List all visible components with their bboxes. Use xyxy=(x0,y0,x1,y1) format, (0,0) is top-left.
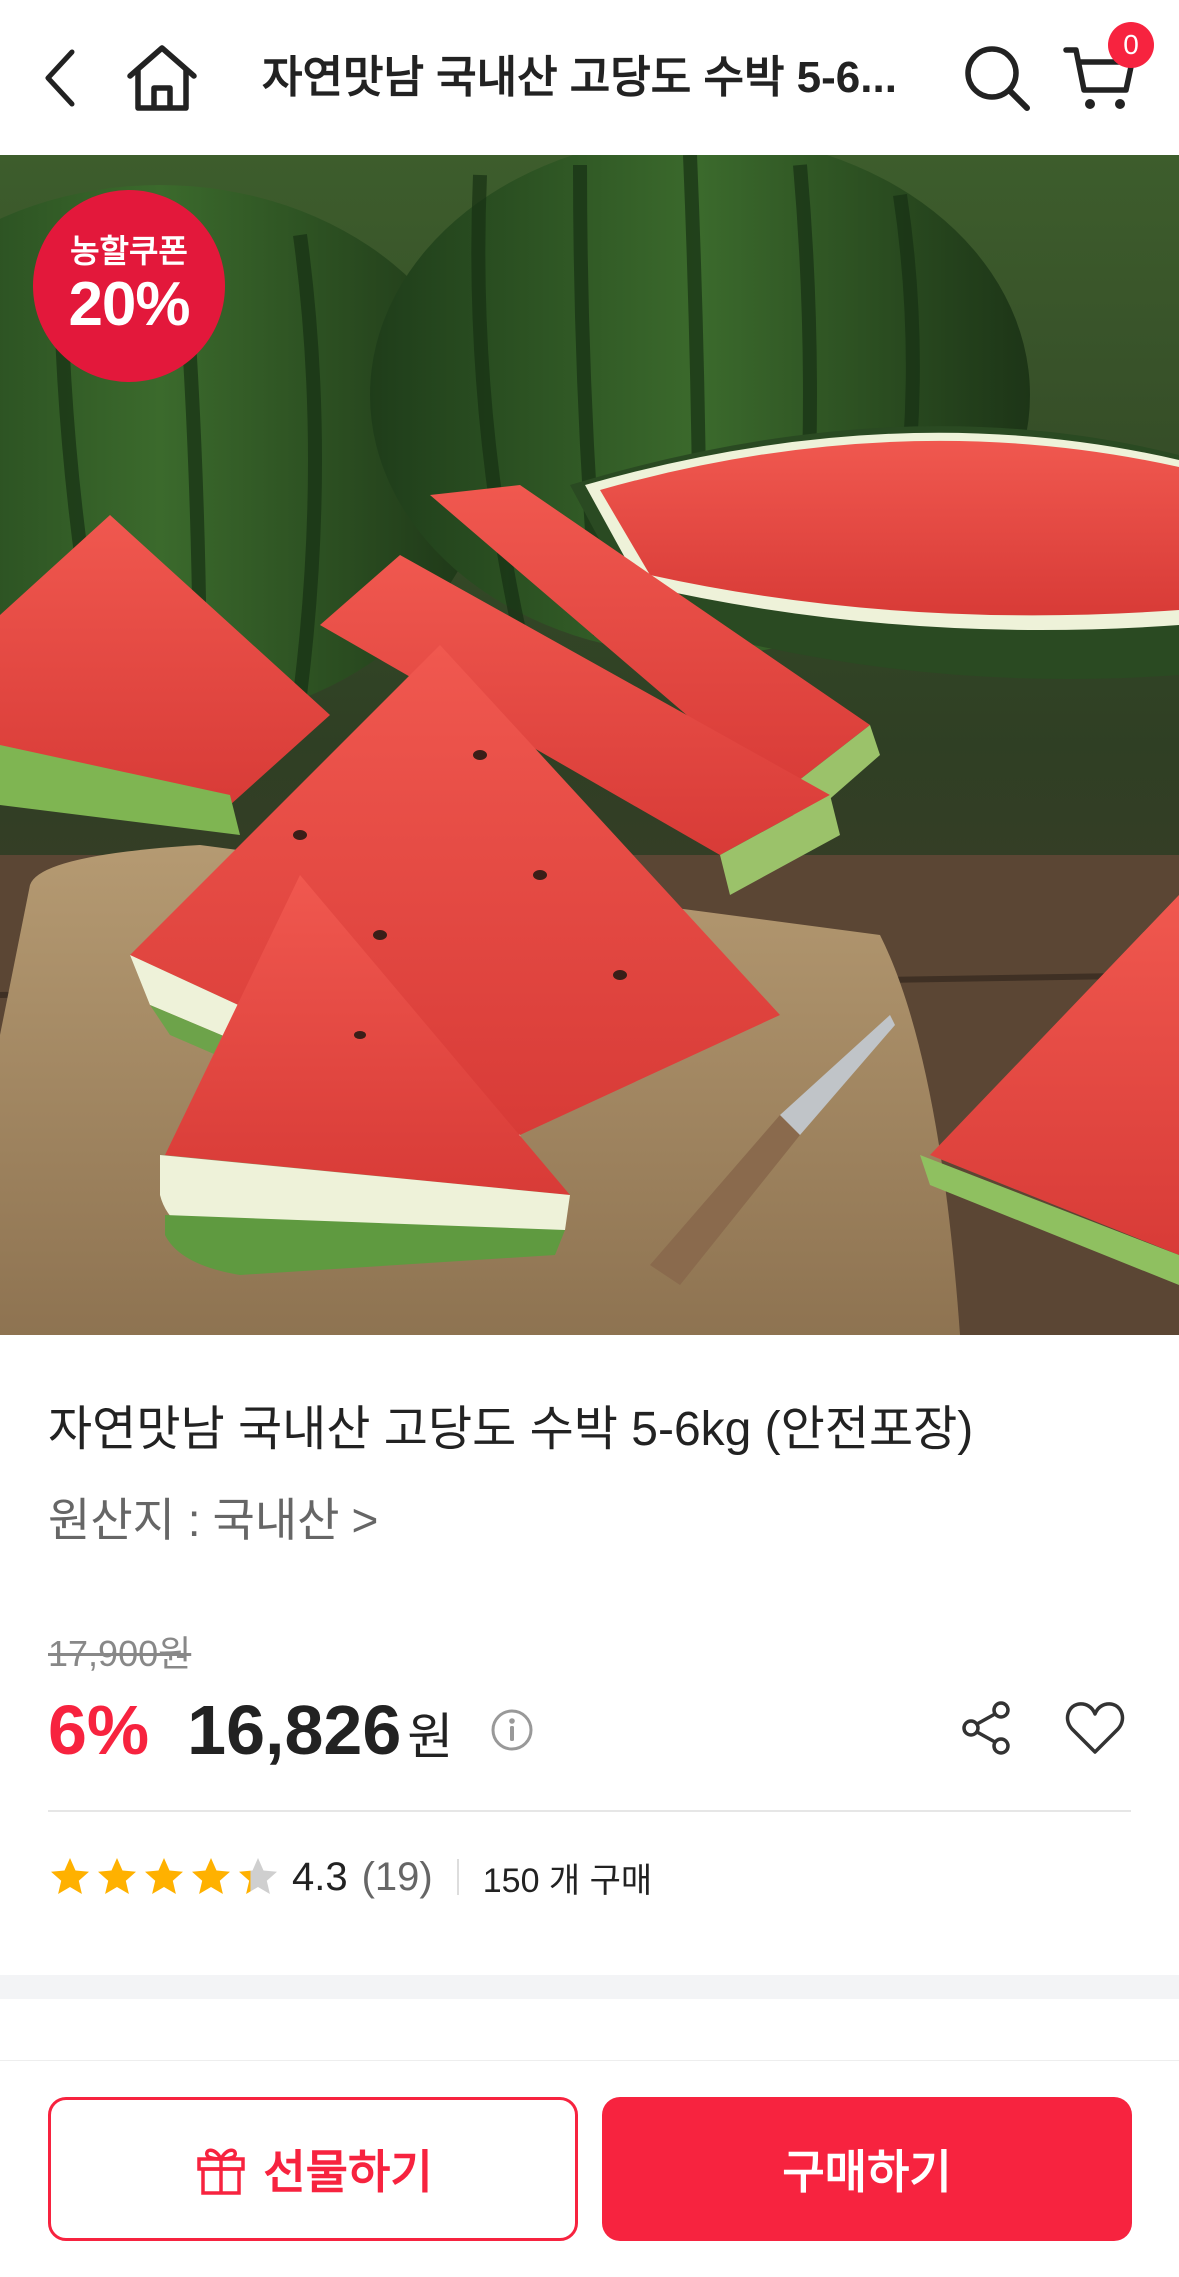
gift-button-label: 선물하기 xyxy=(263,2146,433,2198)
currency-label: 원 xyxy=(407,1709,454,1765)
coupon-value: 20% xyxy=(68,270,190,339)
star-icon xyxy=(239,1858,277,1894)
star-icon xyxy=(51,1858,89,1894)
buy-button[interactable]: 구매하기 xyxy=(602,2097,1132,2241)
gift-icon xyxy=(197,2148,246,2195)
gift-button[interactable]: 선물하기 xyxy=(48,2097,578,2241)
star-icon xyxy=(98,1858,136,1894)
discount-rate: 6% xyxy=(48,1691,150,1769)
origin-value: 국내산 xyxy=(212,1494,340,1546)
info-icon[interactable] xyxy=(490,1708,534,1752)
sale-price: 16,826 xyxy=(187,1691,402,1769)
cart-count-badge: 0 xyxy=(1108,22,1154,68)
section-gap xyxy=(0,1975,1179,1999)
home-button[interactable] xyxy=(120,36,204,120)
rating-value: 4.3 xyxy=(292,1854,348,1899)
search-button[interactable] xyxy=(955,36,1039,120)
price-row: 6% 16,826 원 xyxy=(48,1690,453,1770)
star-icon xyxy=(192,1858,230,1894)
rating-row[interactable]: 4.3 (19) 150 개 구매 xyxy=(48,1850,652,1904)
coupon-label: 농할쿠폰 xyxy=(70,233,188,269)
review-count: (19) xyxy=(361,1854,433,1899)
separator xyxy=(456,1859,459,1895)
coupon-badge: 농할쿠폰 20% xyxy=(33,190,225,382)
product-title: 자연맛남 국내산 고당도 수박 5-6kg (안전포장) xyxy=(48,1403,974,1456)
product-info: 자연맛남 국내산 고당도 수박 5-6kg (안전포장) 원산지 : 국내산 > xyxy=(48,1400,1138,1548)
share-icon[interactable] xyxy=(957,1698,1017,1758)
home-icon xyxy=(127,45,197,111)
origin-label: 원산지 : xyxy=(48,1494,201,1546)
back-button[interactable] xyxy=(28,38,92,118)
star-rating xyxy=(48,1855,280,1899)
original-price: 17,900원 xyxy=(48,1633,192,1674)
search-icon xyxy=(965,46,1030,111)
chevron-left-icon xyxy=(45,49,75,107)
purchase-count: 150 개 구매 xyxy=(482,1861,653,1900)
origin-link[interactable]: 원산지 : 국내산 > xyxy=(48,1492,1138,1548)
bottom-action-bar: 선물하기 구매하기 xyxy=(0,2060,1179,2277)
chevron-right-icon: > xyxy=(351,1494,379,1546)
top-app-bar: 자연맛남 국내산 고당도 수박 5-6... 0 xyxy=(0,0,1179,155)
header-title: 자연맛남 국내산 고당도 수박 5-6... xyxy=(262,53,897,102)
divider xyxy=(48,1810,1131,1812)
heart-icon[interactable] xyxy=(1064,1698,1126,1758)
buy-button-label: 구매하기 xyxy=(782,2146,952,2198)
product-image[interactable]: 농할쿠폰 20% xyxy=(0,155,1179,1335)
star-icon xyxy=(145,1858,183,1894)
